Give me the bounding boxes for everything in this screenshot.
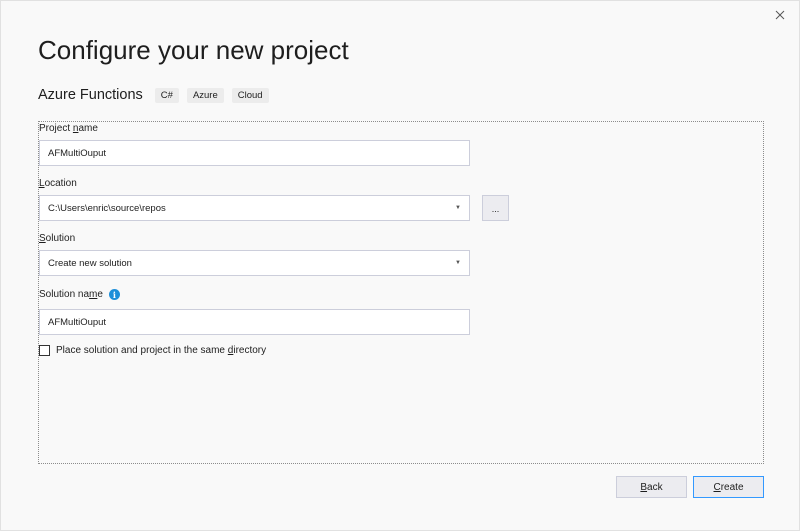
solution-name-input[interactable]: AFMultiOuput [39,309,470,335]
chevron-down-icon: ▼ [455,260,461,266]
template-subheader: Azure Functions C# Azure Cloud [38,87,277,103]
info-icon[interactable]: i [108,289,120,300]
tag-csharp: C# [154,87,179,103]
close-button[interactable] [769,5,791,25]
location-label: Location [39,178,77,189]
solution-combobox[interactable]: Create new solution ▼ [39,250,470,276]
create-button[interactable]: Create [693,476,764,498]
same-directory-label: Place solution and project in the same d… [56,345,267,356]
back-button[interactable]: Back [616,476,687,498]
solution-name-label: Solution name i [39,289,120,300]
project-form: Project name AFMultiOuput Location C:\Us… [38,121,764,464]
page-title: Configure your new project [38,35,349,65]
configure-project-dialog: Configure your new project Azure Functio… [0,0,800,531]
template-name: Azure Functions [38,87,143,103]
project-name-input[interactable]: AFMultiOuput [39,140,470,166]
tag-azure: Azure [186,87,224,103]
project-name-label: Project name [39,123,98,134]
same-directory-row[interactable]: Place solution and project in the same d… [39,345,266,356]
solution-value: Create new solution [48,257,132,269]
chevron-down-icon: ▼ [455,205,461,211]
browse-location-button[interactable]: ... [482,195,509,221]
location-combobox[interactable]: C:\Users\enric\source\repos ▼ [39,195,470,221]
close-icon [775,10,785,20]
same-directory-checkbox[interactable] [39,345,50,356]
location-value: C:\Users\enric\source\repos [48,202,166,214]
tag-cloud: Cloud [231,87,269,103]
solution-label: Solution [39,233,76,244]
